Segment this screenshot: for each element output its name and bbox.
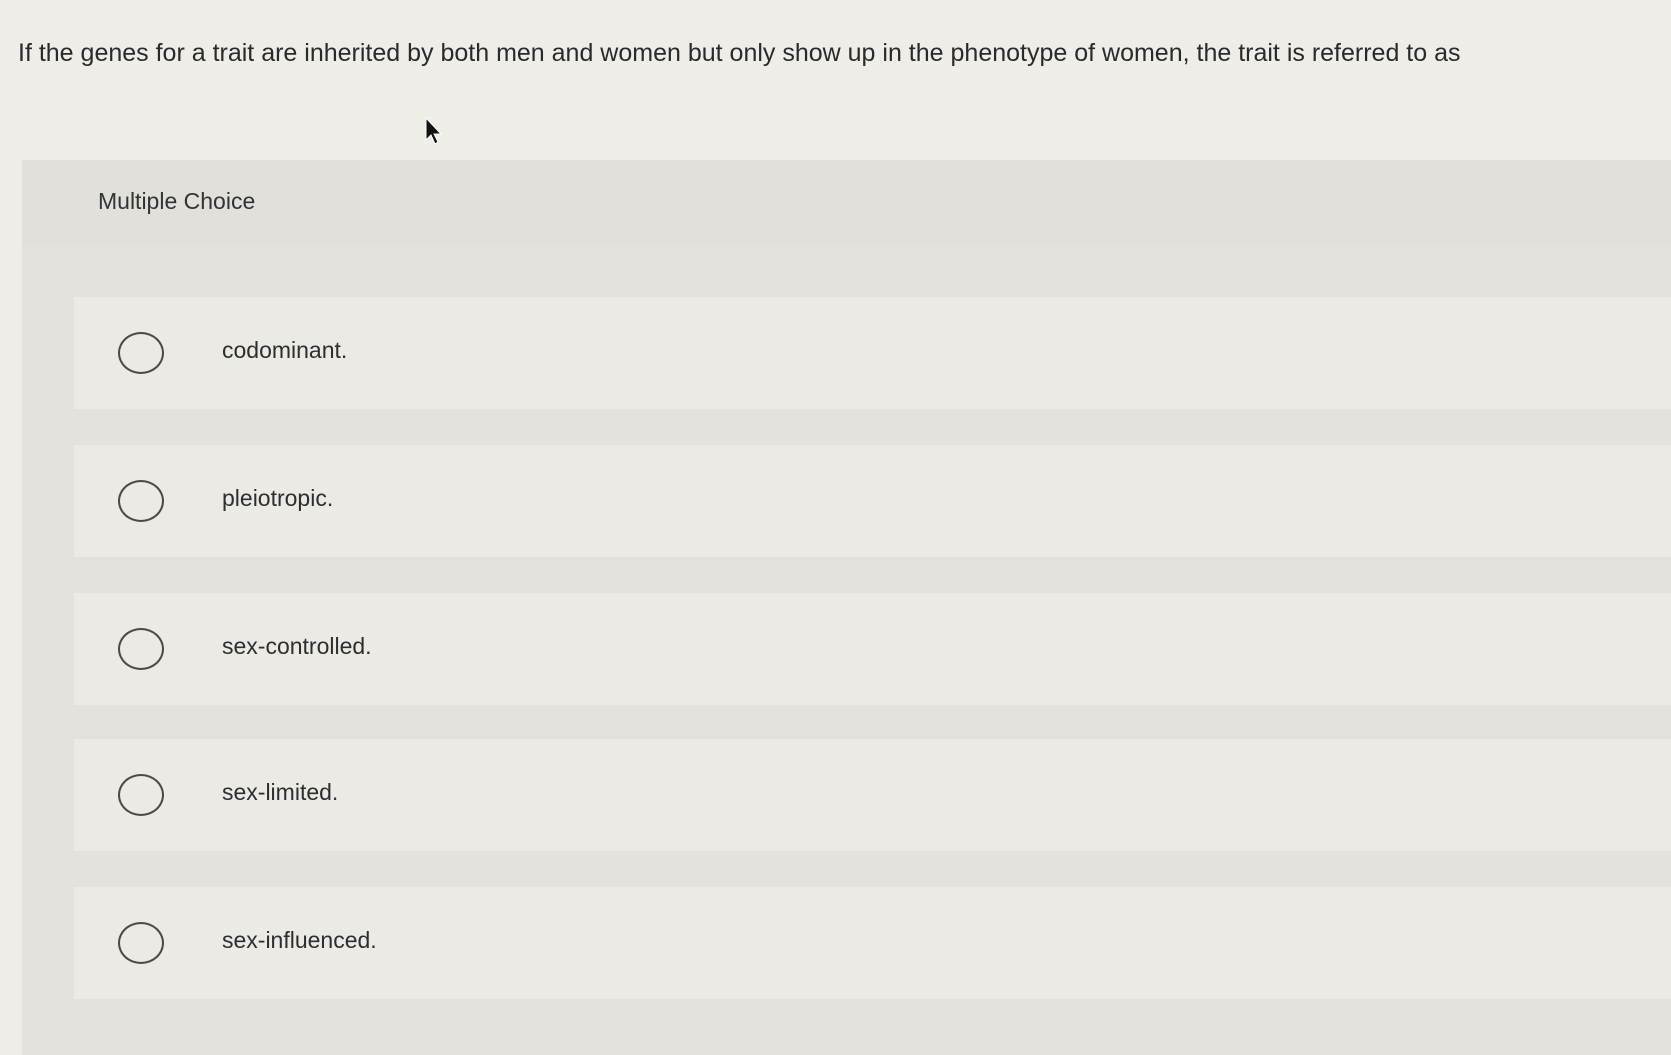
radio-button-icon[interactable] [118, 480, 164, 522]
answer-option-label: codominant. [222, 337, 348, 363]
answer-option-sex-influenced[interactable]: sex-influenced. [74, 887, 1671, 999]
answer-option-sex-limited[interactable]: sex-limited. [74, 739, 1671, 851]
answer-option-label: sex-influenced. [222, 927, 377, 953]
answer-option-codominant[interactable]: codominant. [74, 297, 1671, 409]
radio-button-icon[interactable] [118, 628, 164, 670]
answer-option-label: pleiotropic. [222, 485, 334, 511]
answer-option-pleiotropic[interactable]: pleiotropic. [74, 445, 1671, 557]
multiple-choice-panel: Multiple Choice codominant. pleiotropic.… [22, 160, 1671, 1055]
answer-option-label: sex-limited. [222, 779, 339, 805]
panel-header: Multiple Choice [22, 160, 1671, 246]
mouse-pointer-icon [425, 116, 443, 145]
radio-button-icon[interactable] [118, 332, 164, 374]
answer-option-label: sex-controlled. [222, 633, 372, 659]
panel-title: Multiple Choice [98, 188, 256, 214]
question-text: If the genes for a trait are inherited b… [18, 39, 1461, 67]
radio-button-icon[interactable] [118, 922, 164, 964]
radio-button-icon[interactable] [118, 774, 164, 816]
answer-option-sex-controlled[interactable]: sex-controlled. [74, 593, 1671, 705]
